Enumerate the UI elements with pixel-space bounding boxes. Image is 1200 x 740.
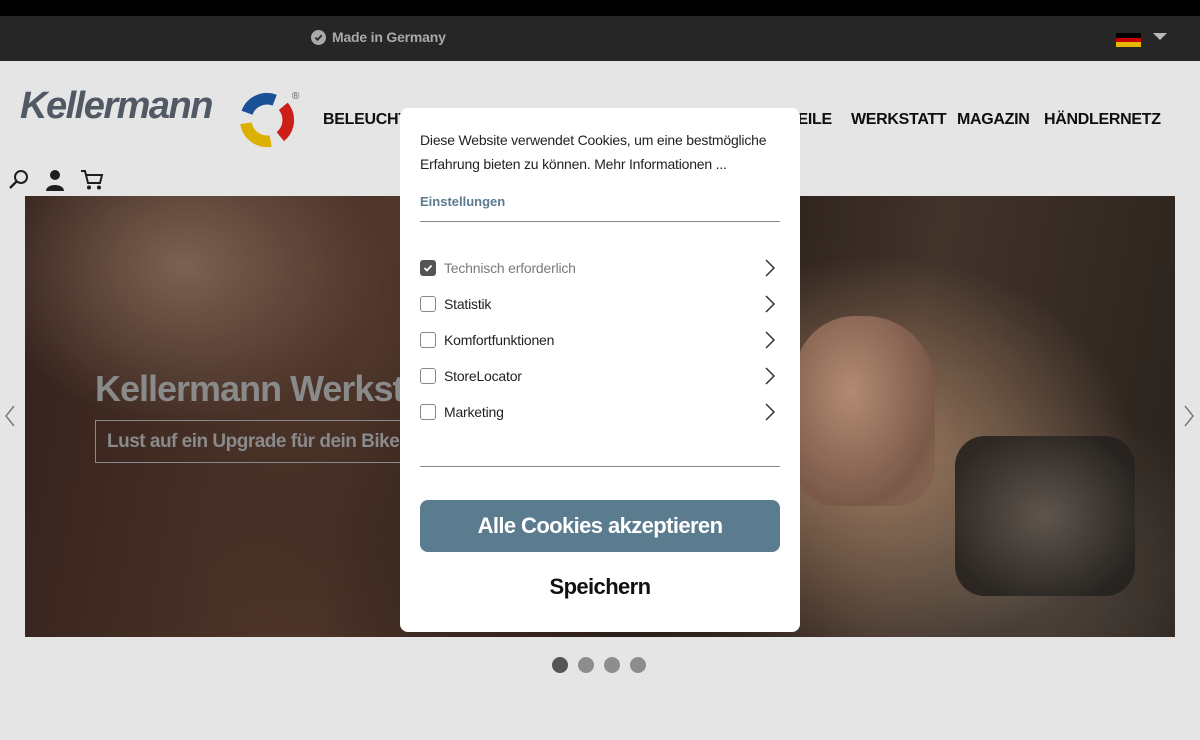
chevron-right-icon[interactable] [764,294,776,314]
cookie-option-storelocator[interactable]: StoreLocator [420,364,780,388]
cookie-option-label: Komfortfunktionen [444,332,555,348]
cookie-notice-text: Diese Website verwendet Cookies, um eine… [420,132,767,172]
cookie-consent-modal: Diese Website verwendet Cookies, um eine… [400,108,800,632]
accept-all-cookies-button[interactable]: Alle Cookies akzeptieren [420,500,780,552]
checkbox-checked-icon[interactable] [420,260,436,276]
cookie-option-label: StoreLocator [444,368,522,384]
checkbox-icon[interactable] [420,404,436,420]
cookie-option-label: Technisch erforderlich [444,260,576,276]
chevron-right-icon[interactable] [764,366,776,386]
chevron-right-icon[interactable] [764,402,776,422]
cookie-settings-link[interactable]: Einstellungen [420,194,505,209]
chevron-right-icon[interactable] [764,330,776,350]
cookie-option-label: Statistik [444,296,492,312]
cookie-option-statistik[interactable]: Statistik [420,292,780,316]
cookie-option-label: Marketing [444,404,504,420]
divider [420,466,780,467]
save-cookie-settings-button[interactable]: Speichern [420,568,780,606]
divider [420,221,780,222]
cookie-option-technical[interactable]: Technisch erforderlich [420,256,780,280]
checkbox-icon[interactable] [420,296,436,312]
chevron-right-icon[interactable] [764,258,776,278]
cookie-option-marketing[interactable]: Marketing [420,400,780,424]
cookie-option-komfort[interactable]: Komfortfunktionen [420,328,780,352]
checkbox-icon[interactable] [420,332,436,348]
checkbox-icon[interactable] [420,368,436,384]
